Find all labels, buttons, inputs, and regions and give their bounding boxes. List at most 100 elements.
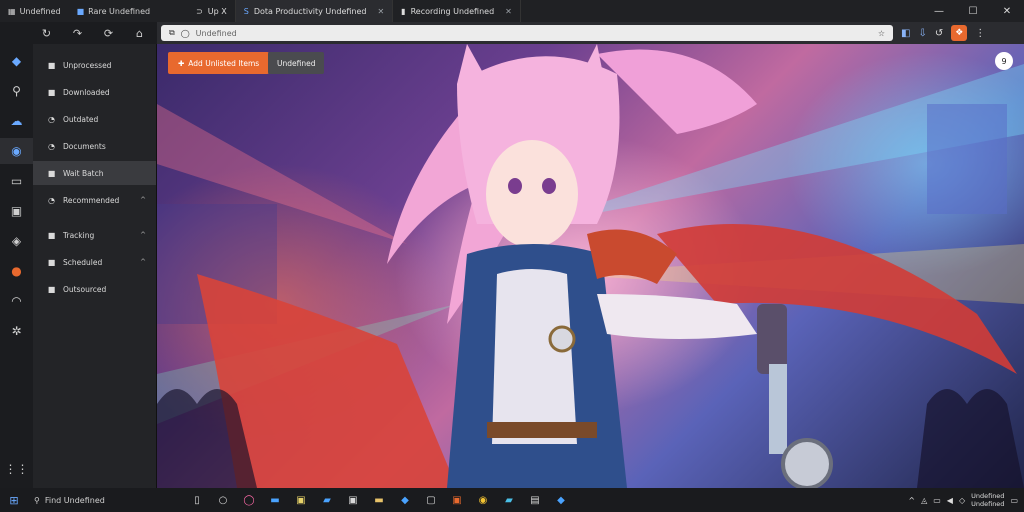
folder-icon: ■ (47, 230, 56, 240)
chevron-up-icon[interactable]: ^ (140, 196, 146, 204)
side-panel: ■ Unprocessed ■ Downloaded ◔ Outdated ◔ … (33, 44, 157, 488)
language-icon[interactable]: ◇ (959, 496, 965, 505)
rail-chat-icon[interactable]: ◉ (0, 138, 33, 164)
folder-icon: ■ (47, 60, 56, 70)
blue-diamond-icon[interactable]: ◆ (548, 495, 574, 506)
clock-icon: ◔ (48, 114, 55, 124)
start-windows-icon[interactable]: ⊞ (0, 494, 28, 507)
panel-item-outdated[interactable]: ◔ Outdated (33, 107, 156, 131)
notification-badge[interactable]: 9 (995, 52, 1013, 70)
rail-settings-icon[interactable]: ✲ (0, 318, 33, 344)
close-button[interactable]: ✕ (990, 0, 1024, 22)
rail-storage-icon[interactable]: ▭ (0, 168, 33, 194)
blue-folder-icon[interactable]: ▰ (314, 495, 340, 506)
bookmark-star-icon[interactable]: ☆ (878, 29, 885, 38)
vscode-icon[interactable]: ◆ (392, 495, 418, 506)
teal-app-icon[interactable]: ▰ (496, 495, 522, 506)
tab-2[interactable]: S Dota Productivity Undefined ✕ (235, 0, 394, 22)
app-menu[interactable]: ▦ Undefined (0, 0, 69, 22)
panel-item-label: Scheduled (63, 257, 103, 267)
rail-record-icon[interactable]: ● (0, 258, 33, 284)
rail-window-icon[interactable]: ▣ (0, 198, 33, 224)
browser-window: ▦ Undefined ■ Rare Undefined ⊃ Up X S Do… (0, 0, 1024, 512)
store-icon[interactable]: ▢ (418, 495, 444, 506)
sync-status-icon[interactable]: ↺ (935, 28, 943, 39)
content-area: ✚ Add Unlisted Items Undefined 9 (157, 44, 1024, 488)
system-tray: ^ ◬ ▭ ◀ ◇ Undefined Undefined ▭ (908, 492, 1024, 508)
battery-icon[interactable]: ▭ (933, 496, 941, 505)
clock-icon: ◔ (48, 195, 55, 205)
taskbar-search[interactable]: ⚲ Find Undefined (28, 488, 178, 512)
clock[interactable]: Undefined Undefined (971, 492, 1004, 508)
tab-2-icon: S (243, 6, 249, 16)
clock-icon: ◔ (48, 141, 55, 151)
volume-icon[interactable]: ◀ (947, 496, 953, 505)
address-bar[interactable]: ⧉ ◯ Undefined ☆ (161, 25, 893, 41)
tab-search-icon[interactable]: ⧉ (169, 28, 175, 38)
notification-icon[interactable]: ▭ (1010, 496, 1018, 505)
circle-app-icon[interactable]: ○ (210, 495, 236, 506)
secondary-action-button[interactable]: Undefined (268, 52, 325, 74)
rail-headset-icon[interactable]: ◠ (0, 288, 33, 314)
home-icon[interactable]: ⌂ (124, 27, 155, 40)
panel-item-unprocessed[interactable]: ■ Unprocessed (33, 53, 156, 77)
downloads-icon[interactable]: ⇩ (918, 28, 926, 39)
panel-item-downloaded[interactable]: ■ Downloaded (33, 80, 156, 104)
add-unlisted-items-button[interactable]: ✚ Add Unlisted Items (168, 52, 270, 74)
yellow-app-icon[interactable]: ▣ (288, 495, 314, 506)
tab-2-close-icon[interactable]: ✕ (377, 7, 384, 16)
search-icon: ⚲ (34, 495, 40, 505)
icon-rail: ◆ ⚲ ☁ ◉ ▭ ▣ ◈ ● ◠ ✲ ⋮⋮ (0, 22, 33, 488)
menu-dots-icon[interactable]: ⋮ (975, 28, 985, 39)
add-icon: ✚ (178, 58, 185, 68)
panel-item-scheduled[interactable]: ■ Scheduled ^ (33, 250, 156, 274)
minimize-button[interactable]: — (922, 0, 956, 22)
panel-item-label: Documents (63, 141, 106, 151)
chevron-up-icon[interactable]: ^ (140, 258, 146, 266)
forward-icon[interactable]: ↷ (62, 27, 93, 40)
terminal-icon[interactable]: ▣ (340, 495, 366, 506)
folder-icon: ■ (47, 87, 56, 97)
file-explorer-icon[interactable]: ▬ (366, 495, 392, 506)
taskbar: ⊞ ⚲ Find Undefined ▯ ○ ◯ ▬ ▣ ▰ ▣ ▬ ◆ ▢ ▣… (0, 488, 1024, 512)
tab-1-label: Up X (207, 6, 227, 16)
panel-item-outsourced[interactable]: ■ Outsourced (33, 277, 156, 301)
search-text: Find Undefined (44, 495, 105, 505)
task-view-icon[interactable]: ▯ (184, 495, 210, 506)
title-bar-left: ▦ Undefined ■ Rare Undefined ⊃ Up X S Do… (0, 0, 521, 22)
sync-icon[interactable]: ⟳ (93, 27, 124, 40)
tab-3-close-icon[interactable]: ✕ (505, 7, 512, 16)
refresh-icon[interactable]: ↻ (31, 27, 62, 40)
tray-chevron-up-icon[interactable]: ^ (908, 496, 915, 505)
rail-files-icon[interactable]: ◆ (0, 48, 33, 74)
address-text: Undefined (195, 28, 237, 38)
pink-app-icon[interactable]: ◯ (236, 495, 262, 506)
panel-item-wait-batch[interactable]: ■ Wait Batch (33, 161, 156, 185)
tab-2-label: Dota Productivity Undefined (253, 6, 367, 16)
panel-item-documents[interactable]: ◔ Documents (33, 134, 156, 158)
tab-1[interactable]: ⊃ Up X (188, 0, 236, 22)
tab-3-icon: ▮ (401, 6, 406, 16)
anime-character-illustration (157, 44, 1024, 488)
orange-app-icon[interactable]: ▣ (444, 495, 470, 506)
notepad-icon[interactable]: ▤ (522, 495, 548, 506)
network-icon[interactable]: ◬ (921, 496, 927, 505)
chevron-up-icon[interactable]: ^ (140, 231, 146, 239)
folder-icon: ■ (47, 257, 56, 267)
add-unlisted-items-label: Add Unlisted Items (188, 58, 260, 68)
rail-cloud-icon[interactable]: ☁ (0, 108, 33, 134)
maximize-button[interactable]: ☐ (956, 0, 990, 22)
extension-icon[interactable]: ◧ (901, 28, 910, 39)
panel-item-tracking[interactable]: ■ Tracking ^ (33, 223, 156, 247)
rail-apps-grid-icon[interactable]: ⋮⋮ (0, 456, 33, 482)
extension-orange-icon[interactable]: ❖ (951, 25, 968, 41)
tab-3[interactable]: ▮ Recording Undefined ✕ (393, 0, 521, 22)
rail-search-icon[interactable]: ⚲ (0, 78, 33, 104)
panel-item-label: Outsourced (63, 284, 107, 294)
profile-item[interactable]: ■ Rare Undefined (69, 0, 158, 22)
rail-tag-icon[interactable]: ◈ (0, 228, 33, 254)
chrome-icon[interactable]: ◉ (470, 495, 496, 506)
panel-item-label: Wait Batch (63, 168, 104, 178)
mail-icon[interactable]: ▬ (262, 495, 288, 506)
panel-item-recommended[interactable]: ◔ Recommended ^ (33, 188, 156, 212)
